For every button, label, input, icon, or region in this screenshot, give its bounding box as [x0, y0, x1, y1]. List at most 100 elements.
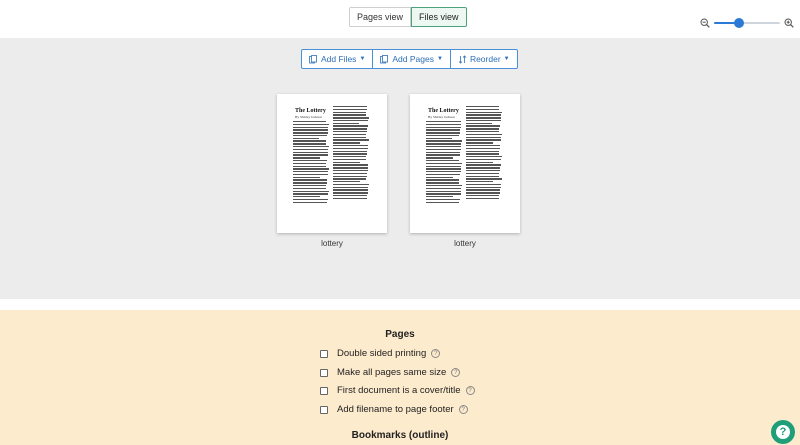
- help-icon[interactable]: ?: [465, 386, 475, 395]
- text-line: [333, 181, 361, 183]
- add-files-label: Add Files: [321, 54, 357, 64]
- pages-view-button[interactable]: Pages view: [349, 7, 412, 27]
- help-icon[interactable]: ?: [451, 368, 461, 377]
- text-line: [333, 139, 369, 141]
- text-line: [333, 153, 367, 155]
- text-line: [466, 114, 502, 116]
- text-line: [293, 121, 327, 123]
- file-card[interactable]: The Lottery By Shirley Jackson lottery: [410, 94, 520, 248]
- text-line: [426, 171, 461, 173]
- text-line: [466, 119, 501, 122]
- text-line: [293, 143, 327, 145]
- page-thumbnail[interactable]: The Lottery By Shirley Jackson: [277, 94, 387, 233]
- page-thumbnail[interactable]: The Lottery By Shirley Jackson: [410, 94, 520, 233]
- text-line: [293, 182, 327, 184]
- help-icon[interactable]: ?: [431, 349, 441, 358]
- text-line: [466, 183, 501, 186]
- text-line: [426, 137, 453, 140]
- file-card[interactable]: The Lottery By Shirley Jackson lottery: [277, 94, 387, 248]
- cover-title-checkbox[interactable]: [320, 386, 328, 395]
- text-line: [293, 151, 328, 153]
- text-line: [333, 161, 360, 164]
- text-line: [426, 126, 461, 128]
- caret-down-icon: ▼: [503, 56, 510, 62]
- text-line: [426, 168, 461, 170]
- text-column: [333, 106, 369, 201]
- view-toggle: Pages view Files view: [349, 7, 467, 27]
- files-icon: [309, 54, 317, 63]
- text-line: [333, 195, 368, 197]
- top-bar: Pages view Files view: [0, 0, 800, 38]
- add-files-button[interactable]: Add Files ▼: [301, 49, 374, 69]
- zoom-in-icon[interactable]: [784, 18, 794, 28]
- text-line: [333, 172, 368, 175]
- text-line: [466, 195, 500, 197]
- text-line: [426, 190, 461, 192]
- same-size-checkbox[interactable]: [320, 368, 328, 377]
- text-line: [466, 197, 500, 200]
- text-line: [426, 193, 461, 195]
- text-line: [466, 144, 501, 147]
- text-line: [426, 187, 462, 190]
- text-line: [466, 186, 501, 189]
- text-column: [466, 106, 502, 201]
- text-line: [466, 164, 501, 166]
- text-line: [333, 147, 368, 150]
- add-pages-button[interactable]: Add Pages ▼: [372, 49, 451, 69]
- text-line: [333, 142, 360, 144]
- text-line: [466, 106, 500, 108]
- text-line: [466, 189, 501, 191]
- bookmarks-heading: Bookmarks (outline): [351, 430, 449, 441]
- text-line: [333, 167, 368, 169]
- text-line: [293, 190, 329, 192]
- double-sided-checkbox[interactable]: [320, 349, 328, 358]
- zoom-slider[interactable]: [714, 18, 780, 28]
- text-line: [293, 193, 329, 195]
- option-filename-footer[interactable]: Add filename to page footer ?: [320, 404, 468, 415]
- option-same-size[interactable]: Make all pages same size ?: [320, 367, 461, 378]
- zoom-slider-thumb[interactable]: [733, 18, 744, 28]
- file-name: lottery: [454, 239, 476, 248]
- text-line: [426, 146, 461, 148]
- text-line: [426, 198, 460, 201]
- text-line: [333, 175, 367, 177]
- text-line: [293, 168, 329, 170]
- zoom-control: [700, 18, 794, 28]
- filename-footer-checkbox[interactable]: [320, 405, 328, 414]
- text-line: [293, 196, 321, 198]
- option-cover-title[interactable]: First document is a cover/title ?: [320, 385, 475, 396]
- text-line: [333, 122, 360, 125]
- text-line: [466, 122, 493, 125]
- text-line: [333, 186, 369, 189]
- option-double-sided[interactable]: Double sided printing ?: [320, 348, 441, 359]
- thumbnail-title: The Lottery: [428, 108, 459, 114]
- text-line: [293, 201, 328, 204]
- text-line: [333, 114, 367, 116]
- text-line: [426, 196, 454, 198]
- reorder-button[interactable]: Reorder ▼: [449, 49, 518, 69]
- text-line: [466, 139, 501, 141]
- text-line: [466, 125, 500, 127]
- text-line: [293, 126, 329, 128]
- help-icon[interactable]: ?: [458, 405, 468, 414]
- text-line: [333, 164, 369, 166]
- text-line: [426, 143, 462, 145]
- text-line: [293, 129, 328, 131]
- options-panel: Pages Double sided printing ? Make all p…: [0, 310, 800, 445]
- files-view-button[interactable]: Files view: [411, 7, 467, 27]
- help-chat-button[interactable]: ?: [771, 420, 795, 444]
- text-line: [466, 192, 500, 194]
- zoom-out-icon[interactable]: [700, 18, 710, 28]
- text-line: [333, 192, 368, 194]
- thumbnail-title: The Lottery: [295, 108, 326, 114]
- text-line: [426, 157, 453, 159]
- text-line: [426, 148, 461, 151]
- file-name: lottery: [321, 239, 343, 248]
- text-line: [333, 119, 369, 122]
- text-line: [426, 132, 460, 134]
- text-line: [466, 153, 500, 155]
- text-line: [426, 123, 461, 126]
- text-line: [293, 187, 327, 190]
- text-line: [293, 165, 327, 167]
- text-line: [293, 148, 329, 151]
